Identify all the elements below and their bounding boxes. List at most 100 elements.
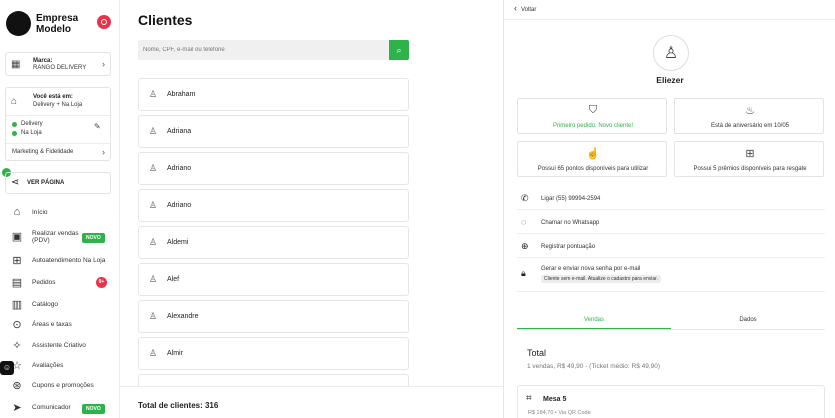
shopping-bag-icon: ⛉ xyxy=(588,104,598,116)
orders-icon: ▤ xyxy=(11,277,23,289)
whatsapp-action[interactable]: ◌ Chamar no Whatsapp xyxy=(517,210,825,234)
coupon-icon: ⊛ xyxy=(12,380,22,392)
nav-item-avaliacoes[interactable]: ☆ Avaliações xyxy=(0,357,120,375)
lock-icon: 🔒︎ xyxy=(521,268,526,278)
client-name: Aldemi xyxy=(167,239,189,246)
brand-selector-title: Marca: xyxy=(33,58,53,64)
whatsapp-icon: ◌ xyxy=(521,217,527,227)
nav-item-comunicador[interactable]: ➤ Comunicador NOVO xyxy=(0,399,120,417)
mode-delivery: Delivery xyxy=(21,121,43,127)
view-page-button[interactable]: ⋖ VER PÁGINA xyxy=(5,172,111,194)
birthday-card: ♨ Está de aniversário em 10/05 xyxy=(674,98,824,134)
call-text: Ligar (55) 99994-2594 xyxy=(541,196,601,202)
send-icon: ➤ xyxy=(12,402,22,414)
cart-icon: ▣ xyxy=(11,231,23,243)
nav-item-pdv[interactable]: ▣ Realizar vendas (PDV) NOVO xyxy=(0,228,120,248)
register-points-text: Registrar pontuação xyxy=(541,244,596,250)
brand-name: Empresa Modelo xyxy=(36,13,91,35)
user-icon: ♙ xyxy=(149,348,158,358)
client-row[interactable]: ♙ Alef xyxy=(138,263,409,296)
status-dot xyxy=(12,131,17,136)
nav-item-catalogo[interactable]: ▥ Catálogo xyxy=(0,296,120,314)
location-card: ⌂ Você está em: Delivery + Na Loja Deliv… xyxy=(5,87,111,161)
nav-item-pedidos[interactable]: ▤ Pedidos 9+ xyxy=(0,274,120,292)
brand-selector-value: RANGO DELIVERY xyxy=(33,65,87,71)
prizes-card: ⊞ Possui 5 prêmios disponíveis para resg… xyxy=(674,141,824,177)
store-icon: ▦ xyxy=(11,59,21,70)
client-row[interactable]: ♙ Abraham xyxy=(138,78,409,111)
points-card: ☝ Possui 65 pontos disponíveis para util… xyxy=(517,141,667,177)
user-icon: ♙ xyxy=(149,163,158,173)
magic-icon: ✧ xyxy=(12,340,22,352)
user-icon: ♙ xyxy=(149,311,158,321)
nav-label: Avaliações xyxy=(32,362,64,369)
client-row[interactable]: ♙ Adriano xyxy=(138,189,409,222)
brand-selector[interactable]: ▦ Marca: RANGO DELIVERY › xyxy=(5,52,111,76)
plus-circle-icon: ⊕ xyxy=(521,241,529,251)
first-order-text: Primeiro pedido. Novo cliente! xyxy=(552,123,634,129)
back-button[interactable]: ‹ Voltar xyxy=(514,3,536,13)
client-name: Adriano xyxy=(167,165,192,172)
home-icon: ⌂ xyxy=(13,206,21,218)
client-row[interactable]: ♙ Adriana xyxy=(138,115,409,148)
nav-label-line2: (PDV) xyxy=(32,237,50,244)
nav-label: Realizar vendas (PDV) xyxy=(32,230,79,244)
new-badge: NOVO xyxy=(82,404,105,414)
client-row[interactable]: ♙ Adriano xyxy=(138,152,409,185)
order-card[interactable]: ⌗ Mesa 5 R$ 184,70 • Via QR Code xyxy=(517,385,825,418)
password-action[interactable]: 🔒︎ Gerar e enviar nova senha por e-mail … xyxy=(517,258,825,292)
view-page-label: VER PÁGINA xyxy=(27,180,65,186)
list-footer: Total de clientes: 316 xyxy=(120,386,503,418)
nav-item-assistente[interactable]: ✧ Assistente Criativo xyxy=(0,337,120,355)
location-title: Você está em: xyxy=(33,94,73,100)
call-action[interactable]: ✆ Ligar (55) 99994-2594 xyxy=(517,186,825,210)
divider xyxy=(6,115,110,116)
user-icon: ♙ xyxy=(149,274,158,284)
tab-dados[interactable]: Dados xyxy=(671,310,825,330)
nav-label-line1: Realizar vendas xyxy=(32,230,79,237)
nav-label: Áreas e taxas xyxy=(32,321,72,328)
search-input[interactable] xyxy=(138,40,389,60)
nav-label: Pedidos xyxy=(32,279,56,286)
nav-label: Autoatendimento Na Loja xyxy=(32,257,106,264)
nav-item-cupons[interactable]: ⊛ Cupons e promoções xyxy=(0,377,120,395)
search-icon: ⌕ xyxy=(396,44,402,55)
brand-name-line2: Modelo xyxy=(36,24,71,35)
brand[interactable]: Empresa Modelo xyxy=(6,11,114,37)
user-icon: ♙ xyxy=(149,237,158,247)
nav-item-areas[interactable]: ⊙ Áreas e taxas xyxy=(0,316,120,334)
total-clients: Total de clientes: 316 xyxy=(138,401,219,410)
edit-icon[interactable]: ✎ xyxy=(94,122,101,131)
client-name: Adriano xyxy=(167,202,192,209)
search-button[interactable]: ⌕ xyxy=(389,40,409,60)
qr-code-icon: ⌗ xyxy=(526,393,532,404)
birthday-text: Está de aniversário em 10/05 xyxy=(710,123,790,129)
nav-label: Comunicador xyxy=(32,404,71,411)
client-detail-panel: ‹ Voltar ♙ Eliezer ⛉ Primeiro pedido. Nov… xyxy=(503,0,835,418)
gift-icon: ⊞ xyxy=(745,148,755,160)
client-name: Abraham xyxy=(167,91,196,98)
nav-label: Assistente Criativo xyxy=(32,342,86,349)
location-value: Delivery + Na Loja xyxy=(33,102,83,108)
notification-icon[interactable] xyxy=(97,15,111,29)
phone-icon: ✆ xyxy=(521,193,529,203)
register-points-action[interactable]: ⊕ Registrar pontuação xyxy=(517,234,825,258)
chat-icon[interactable]: ☺ xyxy=(0,361,14,375)
user-icon: ♙ xyxy=(149,200,158,210)
tab-vendas[interactable]: Vendas xyxy=(517,310,671,330)
sidebar: Empresa Modelo ▦ Marca: RANGO DELIVERY ›… xyxy=(0,0,120,418)
location-icon: ⌂ xyxy=(11,96,18,107)
marketing-link[interactable]: Marketing & Fidelidade xyxy=(12,149,73,155)
orders-count-badge: 9+ xyxy=(96,277,107,288)
client-row[interactable]: ♙ Aldemi xyxy=(138,226,409,259)
client-name: Almir xyxy=(167,350,183,357)
nav-item-inicio[interactable]: ⌂ Início xyxy=(0,204,120,222)
client-row[interactable]: ♙ Almir xyxy=(138,337,409,370)
user-icon: ♙ xyxy=(149,126,158,136)
divider xyxy=(6,143,110,144)
chevron-left-icon: ‹ xyxy=(514,3,517,13)
nav-item-autoatendimento[interactable]: ⊞ Autoatendimento Na Loja xyxy=(0,252,120,270)
avatar: ♙ xyxy=(653,35,689,71)
prizes-text: Possui 5 prêmios disponíveis para resgat… xyxy=(693,166,807,172)
client-row[interactable]: ♙ Alexandre xyxy=(138,300,409,333)
